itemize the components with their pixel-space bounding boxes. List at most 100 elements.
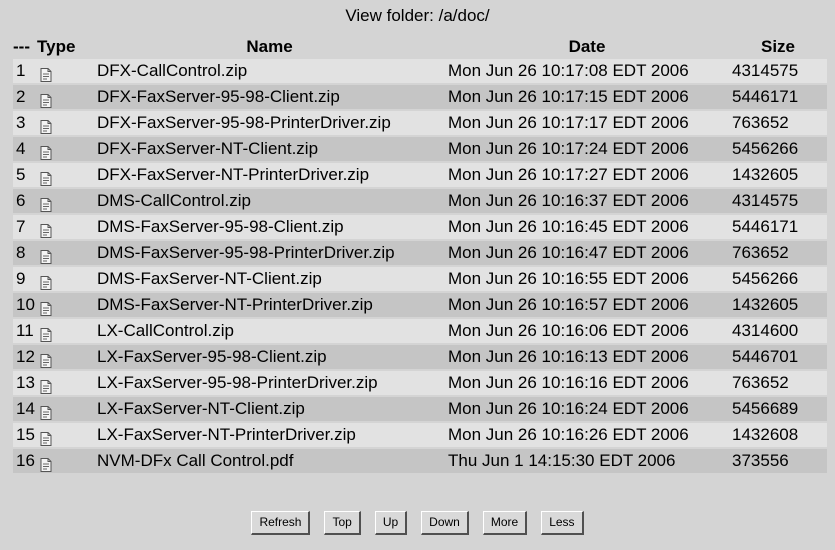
row-type bbox=[37, 345, 94, 369]
row-number: 5 bbox=[13, 163, 37, 187]
up-button[interactable]: Up bbox=[374, 511, 408, 535]
row-type bbox=[37, 215, 94, 239]
table-row[interactable]: 16 NVM-DFx Call Control.pdf Thu Jun 1 14:1… bbox=[13, 449, 827, 473]
file-icon[interactable] bbox=[40, 455, 52, 472]
file-date: Mon Jun 26 10:16:06 EDT 2006 bbox=[445, 319, 729, 343]
table-row[interactable]: 15 LX-FaxServer-NT-PrinterDriver.zip Mon J… bbox=[13, 423, 827, 447]
file-name-link[interactable]: DFX-FaxServer-NT-PrinterDriver.zip bbox=[94, 163, 445, 187]
file-icon[interactable] bbox=[40, 429, 52, 446]
file-name-link[interactable]: DMS-CallControl.zip bbox=[94, 189, 445, 213]
more-button[interactable]: More bbox=[482, 511, 528, 535]
file-date: Thu Jun 1 14:15:30 EDT 2006 bbox=[445, 449, 729, 473]
file-date: Mon Jun 26 10:16:47 EDT 2006 bbox=[445, 241, 729, 265]
row-number: 4 bbox=[13, 137, 37, 161]
row-type bbox=[37, 293, 94, 317]
file-icon[interactable] bbox=[40, 351, 52, 368]
file-size: 5456266 bbox=[729, 137, 827, 161]
file-date: Mon Jun 26 10:16:55 EDT 2006 bbox=[445, 267, 729, 291]
table-row[interactable]: 5 DFX-FaxServer-NT-PrinterDriver.zip Mon J… bbox=[13, 163, 827, 187]
file-date: Mon Jun 26 10:17:17 EDT 2006 bbox=[445, 111, 729, 135]
table-row[interactable]: 4 DFX-FaxServer-NT-Client.zip Mon Jun 26 1… bbox=[13, 137, 827, 161]
file-icon[interactable] bbox=[40, 273, 52, 290]
file-name-link[interactable]: DMS-FaxServer-95-98-PrinterDriver.zip bbox=[94, 241, 445, 265]
file-name-link[interactable]: LX-FaxServer-NT-PrinterDriver.zip bbox=[94, 423, 445, 447]
file-name-link[interactable]: NVM-DFx Call Control.pdf bbox=[94, 449, 445, 473]
file-name-link[interactable]: DMS-FaxServer-NT-Client.zip bbox=[94, 267, 445, 291]
file-icon[interactable] bbox=[40, 221, 52, 238]
refresh-button[interactable]: Refresh bbox=[251, 511, 311, 535]
file-icon[interactable] bbox=[40, 143, 52, 160]
file-icon[interactable] bbox=[40, 325, 52, 342]
row-number: 9 bbox=[13, 267, 37, 291]
file-icon[interactable] bbox=[40, 117, 52, 134]
page-title: View folder: /a/doc/ bbox=[345, 6, 490, 25]
file-icon[interactable] bbox=[40, 91, 52, 108]
file-name-link[interactable]: LX-FaxServer-95-98-PrinterDriver.zip bbox=[94, 371, 445, 395]
file-size: 5446171 bbox=[729, 85, 827, 109]
table-row[interactable]: 2 DFX-FaxServer-95-98-Client.zip Mon Jun 2… bbox=[13, 85, 827, 109]
navigation-toolbar: Refresh Top Up Down More Less bbox=[0, 511, 835, 535]
column-header-size[interactable]: Size bbox=[729, 36, 827, 57]
file-icon[interactable] bbox=[40, 377, 52, 394]
file-name-link[interactable]: DFX-FaxServer-95-98-Client.zip bbox=[94, 85, 445, 109]
file-name-link[interactable]: LX-FaxServer-NT-Client.zip bbox=[94, 397, 445, 421]
file-name-link[interactable]: DFX-FaxServer-NT-Client.zip bbox=[94, 137, 445, 161]
top-button[interactable]: Top bbox=[324, 511, 361, 535]
file-size: 4314575 bbox=[729, 189, 827, 213]
column-header-date[interactable]: Date bbox=[445, 36, 729, 57]
row-type bbox=[37, 371, 94, 395]
file-name-link[interactable]: LX-FaxServer-95-98-Client.zip bbox=[94, 345, 445, 369]
file-icon[interactable] bbox=[40, 247, 52, 264]
file-date: Mon Jun 26 10:17:08 EDT 2006 bbox=[445, 59, 729, 83]
row-number: 2 bbox=[13, 85, 37, 109]
down-button[interactable]: Down bbox=[421, 511, 469, 535]
row-number: 8 bbox=[13, 241, 37, 265]
file-date: Mon Jun 26 10:16:57 EDT 2006 bbox=[445, 293, 729, 317]
row-number: 7 bbox=[13, 215, 37, 239]
file-icon[interactable] bbox=[40, 403, 52, 420]
column-header-type[interactable]: Type bbox=[37, 36, 94, 57]
table-row[interactable]: 6 DMS-CallControl.zip Mon Jun 26 10:16:37 … bbox=[13, 189, 827, 213]
table-row[interactable]: 3 DFX-FaxServer-95-98-PrinterDriver.zip Mo… bbox=[13, 111, 827, 135]
file-size: 4314575 bbox=[729, 59, 827, 83]
file-size: 763652 bbox=[729, 371, 827, 395]
table-row[interactable]: 10 DMS-FaxServer-NT-PrinterDriver.zip Mon … bbox=[13, 293, 827, 317]
file-icon[interactable] bbox=[40, 65, 52, 82]
row-number: 14 bbox=[13, 397, 37, 421]
file-name-link[interactable]: DFX-CallControl.zip bbox=[94, 59, 445, 83]
file-icon[interactable] bbox=[40, 195, 52, 212]
table-row[interactable]: 7 DMS-FaxServer-95-98-Client.zip Mon Jun 2… bbox=[13, 215, 827, 239]
file-date: Mon Jun 26 10:17:15 EDT 2006 bbox=[445, 85, 729, 109]
row-number: 16 bbox=[13, 449, 37, 473]
file-icon[interactable] bbox=[40, 169, 52, 186]
file-name-link[interactable]: DMS-FaxServer-NT-PrinterDriver.zip bbox=[94, 293, 445, 317]
less-button[interactable]: Less bbox=[541, 511, 584, 535]
file-size: 1432608 bbox=[729, 423, 827, 447]
file-rows: 1 DFX-CallControl.zip Mon Jun 26 10:17:08 … bbox=[13, 59, 827, 473]
file-size: 763652 bbox=[729, 241, 827, 265]
row-number: 1 bbox=[13, 59, 37, 83]
row-number: 11 bbox=[13, 319, 37, 343]
table-row[interactable]: 14 LX-FaxServer-NT-Client.zip Mon Jun 26 1… bbox=[13, 397, 827, 421]
file-date: Mon Jun 26 10:17:24 EDT 2006 bbox=[445, 137, 729, 161]
column-header-name[interactable]: Name bbox=[94, 36, 445, 57]
table-row[interactable]: 12 LX-FaxServer-95-98-Client.zip Mon Jun 2… bbox=[13, 345, 827, 369]
column-header-number[interactable]: --- bbox=[13, 36, 37, 57]
table-header-row: --- Type Name Date Size bbox=[13, 36, 827, 57]
file-name-link[interactable]: DFX-FaxServer-95-98-PrinterDriver.zip bbox=[94, 111, 445, 135]
file-name-link[interactable]: LX-CallControl.zip bbox=[94, 319, 445, 343]
row-number: 15 bbox=[13, 423, 37, 447]
row-number: 10 bbox=[13, 293, 37, 317]
file-size: 763652 bbox=[729, 111, 827, 135]
table-row[interactable]: 11 LX-CallControl.zip Mon Jun 26 10:16:06 … bbox=[13, 319, 827, 343]
file-icon[interactable] bbox=[40, 299, 52, 316]
table-row[interactable]: 1 DFX-CallControl.zip Mon Jun 26 10:17:08 … bbox=[13, 59, 827, 83]
row-type bbox=[37, 241, 94, 265]
file-name-link[interactable]: DMS-FaxServer-95-98-Client.zip bbox=[94, 215, 445, 239]
table-row[interactable]: 8 DMS-FaxServer-95-98-PrinterDriver.zip Mo… bbox=[13, 241, 827, 265]
table-row[interactable]: 13 LX-FaxServer-95-98-PrinterDriver.zip Mo… bbox=[13, 371, 827, 395]
row-type bbox=[37, 189, 94, 213]
row-type bbox=[37, 85, 94, 109]
table-row[interactable]: 9 DMS-FaxServer-NT-Client.zip Mon Jun 26 1… bbox=[13, 267, 827, 291]
file-size: 1432605 bbox=[729, 163, 827, 187]
